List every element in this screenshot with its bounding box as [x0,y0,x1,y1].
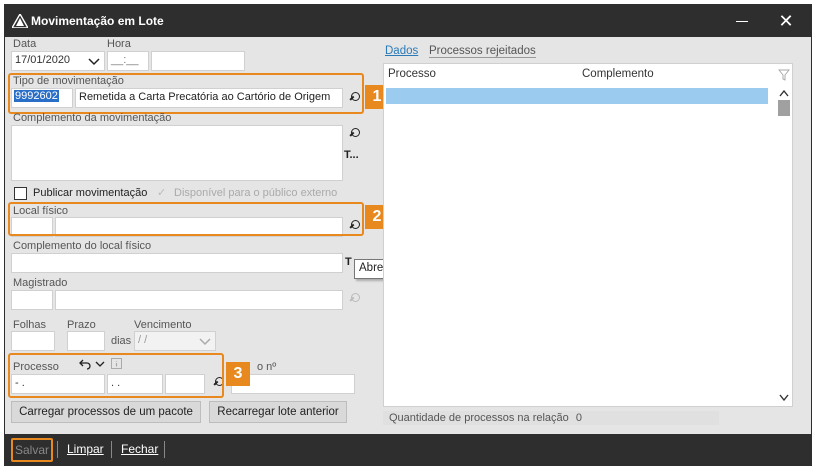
clear-button[interactable]: Limpar [67,442,104,456]
text-template-icon[interactable]: T [345,256,352,268]
deadline-label: Prazo [67,319,96,331]
publish-label: Publicar movimentação [33,187,148,199]
scroll-down-icon[interactable] [779,394,789,401]
scroll-up-icon[interactable] [779,90,789,97]
divider [57,441,58,458]
deadline-input[interactable] [67,331,105,351]
batch-movement-window: Movimentação em Lote ✕ Data 17/01/2020 H… [4,4,812,466]
filter-icon[interactable] [778,69,790,81]
magistrate-label: Magistrado [13,277,68,289]
date-label: Data [13,38,37,50]
close-icon[interactable]: ✕ [771,9,801,33]
publish-checkbox[interactable] [14,187,27,200]
public-external-label: Disponível para o público externo [174,187,338,199]
deadline-unit: dias [111,335,132,347]
search-icon[interactable] [348,128,362,142]
time-label: Hora [107,38,131,50]
tab-data[interactable]: Dados [385,45,418,57]
grid-header: Processo Complemento [384,64,792,84]
magistrate-code-input[interactable] [11,290,53,310]
column-complement[interactable]: Complemento [582,68,654,80]
load-package-button[interactable]: Carregar processos de um pacote [11,401,201,423]
app-logo-icon [12,14,28,28]
process-list-panel: Dados Processos rejeitados Processo Comp… [381,41,799,425]
callout-box-1 [8,73,364,114]
close-button[interactable]: Fechar [121,442,158,456]
location-complement-input[interactable] [11,253,343,273]
due-date-label: Vencimento [134,319,192,331]
pages-label: Folhas [13,319,47,331]
callout-badge-3: 3 [226,362,250,386]
date-value: 17/01/2020 [15,54,71,66]
scroll-thumb[interactable] [778,100,790,116]
window-title: Movimentação em Lote [31,14,164,28]
text-template-icon[interactable]: T... [344,149,359,161]
pages-input[interactable] [11,331,55,351]
check-icon: ✓ [157,187,167,199]
divider [111,441,112,458]
save-button[interactable]: Salvar [11,438,53,462]
other-number-label: o nº [257,361,277,373]
divider [164,441,165,458]
callout-box-3 [8,353,224,398]
time-input[interactable]: __:__ [107,51,149,71]
due-date-value: / / [138,334,148,346]
title-bar: Movimentação em Lote ✕ [5,5,811,37]
date-picker[interactable]: 17/01/2020 [11,51,105,71]
location-complement-label: Complemento do local físico [13,240,152,252]
magistrate-name [55,290,343,310]
search-icon[interactable] [348,293,362,307]
movement-complement-textarea[interactable] [11,125,343,181]
tab-rejected-processes[interactable]: Processos rejeitados [429,45,536,58]
chevron-down-icon [88,58,100,66]
chevron-down-icon [199,338,211,346]
process-count-value: 0 [575,412,582,424]
callout-box-2 [8,202,364,236]
table-row[interactable] [386,88,768,104]
reload-batch-button[interactable]: Recarregar lote anterior [209,401,347,423]
vertical-scrollbar[interactable] [776,88,792,406]
action-bar: Salvar Limpar Fechar [5,434,811,465]
column-process[interactable]: Processo [388,68,436,80]
due-date-picker[interactable]: / / [134,331,216,351]
process-count-label: Quantidade de processos na relação [389,412,569,424]
process-count-status: Quantidade de processos na relação 0 [383,411,719,425]
minimize-button[interactable] [727,11,757,31]
movement-complement-label: Complemento da movimentação [13,112,172,124]
time-extra-field[interactable] [151,51,245,71]
process-grid: Processo Complemento [383,63,793,407]
